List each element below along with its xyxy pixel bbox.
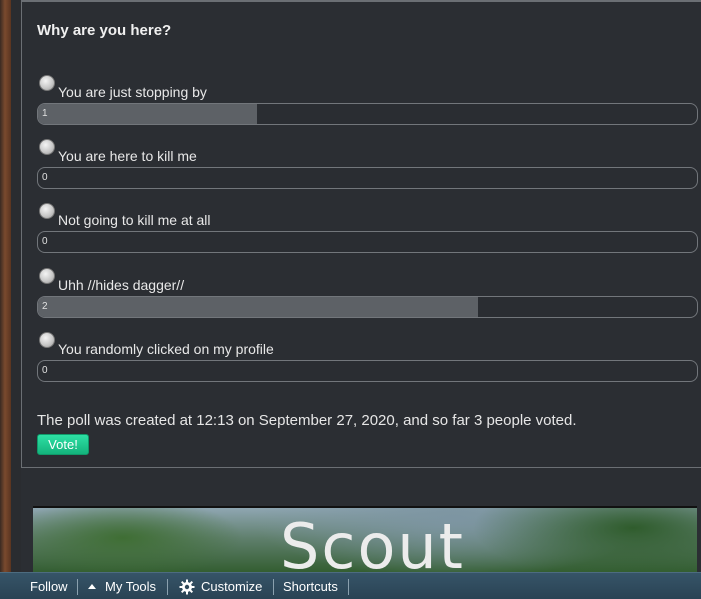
poll-option: Not going to kill me at all 0: [37, 203, 698, 253]
option-label: Not going to kill me at all: [58, 212, 211, 228]
toolbar-divider: [167, 579, 168, 595]
poll-summary: The poll was created at 12:13 on Septemb…: [37, 412, 577, 429]
poll-option: You randomly clicked on my profile 0: [37, 332, 698, 382]
result-bar: 0: [37, 167, 698, 189]
result-bar: 2: [37, 296, 698, 318]
poll-option: You are just stopping by 1: [37, 75, 698, 125]
bottom-toolbar: Follow My Tools Customize Shortcuts: [0, 572, 701, 599]
vote-count: 2: [42, 301, 48, 312]
option-radio[interactable]: [39, 139, 55, 155]
toolbar-divider: [348, 579, 349, 595]
option-radio[interactable]: [39, 203, 55, 219]
my-tools-label: My Tools: [105, 579, 157, 594]
result-bar-fill: [38, 297, 478, 317]
caret-up-icon: [88, 584, 96, 590]
my-tools-button[interactable]: My Tools: [88, 573, 156, 599]
option-label: You are just stopping by: [58, 84, 207, 100]
page-left-gutter: [11, 0, 21, 599]
option-radio[interactable]: [39, 332, 55, 348]
result-bar: 0: [37, 360, 698, 382]
customize-button[interactable]: Customize: [179, 573, 262, 599]
option-radio[interactable]: [39, 75, 55, 91]
option-label: You are here to kill me: [58, 148, 197, 164]
vote-count: 0: [42, 236, 48, 247]
vote-count: 0: [42, 172, 48, 183]
poll-option: Uhh //hides dagger// 2: [37, 268, 698, 318]
option-label: Uhh //hides dagger//: [58, 277, 185, 293]
vote-button[interactable]: Vote!: [37, 434, 89, 455]
page-left-edge: [0, 0, 11, 599]
profile-banner: Scout: [33, 506, 697, 576]
poll-option: You are here to kill me 0: [37, 139, 698, 189]
vote-count: 1: [42, 108, 48, 119]
customize-label: Customize: [201, 579, 263, 594]
banner-title: Scout: [280, 510, 465, 577]
result-bar: 0: [37, 231, 698, 253]
gear-icon: [179, 579, 195, 595]
option-radio[interactable]: [39, 268, 55, 284]
toolbar-divider: [273, 579, 274, 595]
poll-title: Why are you here?: [37, 22, 172, 39]
option-label: You randomly clicked on my profile: [58, 341, 274, 357]
vote-count: 0: [42, 365, 48, 376]
result-bar-fill: [38, 104, 258, 124]
toolbar-divider: [77, 579, 78, 595]
shortcuts-button[interactable]: Shortcuts: [283, 573, 338, 599]
poll-panel: Why are you here? You are just stopping …: [21, 0, 701, 468]
follow-button[interactable]: Follow: [30, 573, 68, 599]
result-bar: 1: [37, 103, 698, 125]
